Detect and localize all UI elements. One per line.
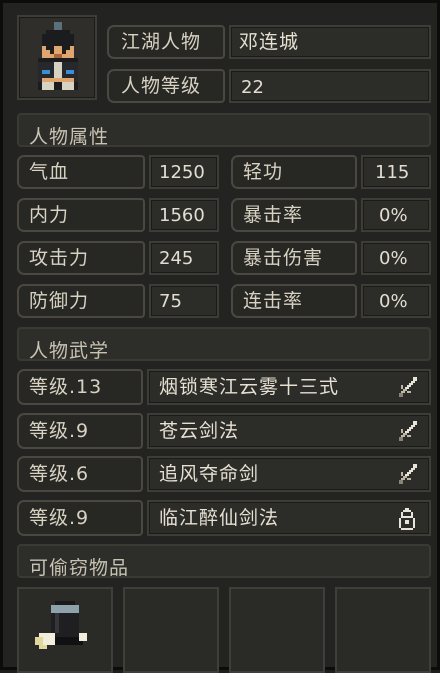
skill-level: 等级.9 <box>29 507 90 529</box>
skill-level-box: 等级.13 <box>17 369 143 405</box>
attribute-row: 内力 1560 暴击率 0% <box>17 198 431 232</box>
attribute-value-box: 245 <box>149 241 219 275</box>
attribute-label: 内力 <box>29 204 70 226</box>
attribute-label-box: 连击率 <box>231 284 357 318</box>
attribute-label: 轻功 <box>243 161 284 183</box>
attributes-section-header: 人物属性 <box>17 113 431 148</box>
attribute-value-box: 115 <box>361 155 431 189</box>
skill-level: 等级.6 <box>29 463 90 485</box>
attribute-label-box: 攻击力 <box>17 241 145 275</box>
item-slot[interactable] <box>17 587 113 673</box>
attribute-value-box: 0% <box>361 284 431 318</box>
attribute-label-box: 暴击伤害 <box>231 241 357 275</box>
attribute-value-box: 0% <box>361 241 431 275</box>
skill-level-box: 等级.9 <box>17 413 143 449</box>
character-level: 22 <box>241 77 264 98</box>
character-info-panel: 江湖人物 邓连城 人物等级 22 人物属性 气血 1250 轻功 115 内力 … <box>0 0 440 673</box>
attribute-value: 1250 <box>159 162 205 183</box>
sword-icon <box>399 377 417 397</box>
level-label-box: 人物等级 <box>107 69 225 103</box>
attribute-label: 气血 <box>29 161 70 183</box>
skill-name: 追风夺命剑 <box>159 463 260 485</box>
attribute-value-box: 0% <box>361 198 431 232</box>
skill-name: 苍云剑法 <box>159 420 240 442</box>
attribute-label-box: 气血 <box>17 155 145 189</box>
attribute-label-box: 暴击率 <box>231 198 357 232</box>
martial-arts-section-title: 人物武学 <box>29 340 110 362</box>
skill-name: 烟锁寒江云雾十三式 <box>159 376 340 398</box>
skill-level: 等级.9 <box>29 420 90 442</box>
attribute-value: 75 <box>159 291 182 312</box>
skill-name-box: 烟锁寒江云雾十三式 <box>147 369 431 405</box>
attribute-label-box: 防御力 <box>17 284 145 318</box>
skill-level-box: 等级.9 <box>17 500 143 536</box>
attribute-value: 0% <box>379 248 408 269</box>
attribute-value: 1560 <box>159 205 205 226</box>
attribute-label-box: 内力 <box>17 198 145 232</box>
skill-name: 临江醉仙剑法 <box>159 507 280 529</box>
attribute-row: 防御力 75 连击率 0% <box>17 284 431 318</box>
skill-row[interactable]: 等级.9 苍云剑法 <box>17 413 431 449</box>
attribute-label: 防御力 <box>29 290 90 312</box>
attribute-value: 245 <box>159 248 194 269</box>
skill-name-box: 追风夺命剑 <box>147 456 431 492</box>
martial-arts-section-header: 人物武学 <box>17 327 431 362</box>
skill-level: 等级.13 <box>29 376 103 398</box>
name-label-box: 江湖人物 <box>107 25 225 59</box>
attribute-value: 0% <box>379 291 408 312</box>
attribute-label: 连击率 <box>243 290 304 312</box>
attribute-value-box: 1250 <box>149 155 219 189</box>
level-value-box: 22 <box>229 69 431 103</box>
attribute-value: 0% <box>379 205 408 226</box>
attributes-section-title: 人物属性 <box>29 126 110 148</box>
gourd-icon <box>399 508 415 530</box>
attribute-row: 气血 1250 轻功 115 <box>17 155 431 189</box>
stealable-section-header: 可偷窃物品 <box>17 544 431 579</box>
level-label: 人物等级 <box>121 75 202 97</box>
attribute-value: 115 <box>375 162 410 183</box>
item-slot[interactable] <box>335 587 431 673</box>
skill-level-box: 等级.6 <box>17 456 143 492</box>
skill-row[interactable]: 等级.9 临江醉仙剑法 <box>17 500 431 536</box>
name-value-box: 邓连城 <box>229 25 431 59</box>
attribute-value-box: 75 <box>149 284 219 318</box>
attribute-label: 暴击率 <box>243 204 304 226</box>
item-slot[interactable] <box>229 587 325 673</box>
hat-scroll-item-icon <box>35 601 87 649</box>
skill-name-box: 临江醉仙剑法 <box>147 500 431 536</box>
swordsman-portrait-icon <box>38 22 78 90</box>
attribute-value-box: 1560 <box>149 198 219 232</box>
portrait-frame <box>17 15 97 100</box>
stealable-section-title: 可偷窃物品 <box>29 557 130 579</box>
attribute-label-box: 轻功 <box>231 155 357 189</box>
item-slot[interactable] <box>123 587 219 673</box>
name-label: 江湖人物 <box>121 31 202 53</box>
sword-icon <box>399 464 417 484</box>
skill-row[interactable]: 等级.13 烟锁寒江云雾十三式 <box>17 369 431 405</box>
skill-name-box: 苍云剑法 <box>147 413 431 449</box>
attribute-label: 暴击伤害 <box>243 247 324 269</box>
skill-row[interactable]: 等级.6 追风夺命剑 <box>17 456 431 492</box>
sword-icon <box>399 421 417 441</box>
attribute-row: 攻击力 245 暴击伤害 0% <box>17 241 431 275</box>
character-name: 邓连城 <box>239 31 300 53</box>
attribute-label: 攻击力 <box>29 247 90 269</box>
